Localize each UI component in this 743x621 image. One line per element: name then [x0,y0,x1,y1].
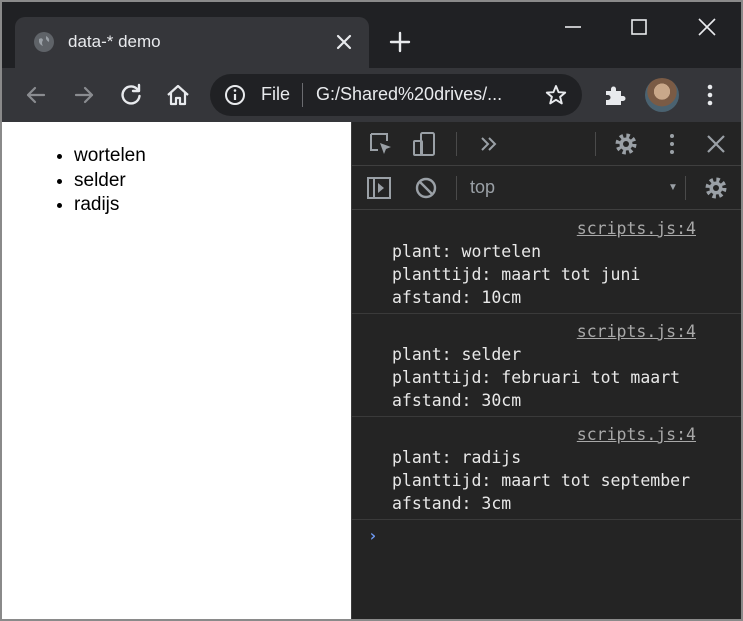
toolbar-separator [595,132,596,156]
star-icon[interactable] [544,83,568,107]
log-line: planttijd: maart tot september [392,471,691,490]
list-item: wortelen [74,144,146,169]
chevron-down-icon[interactable]: ▼ [668,182,678,193]
arrow-left-icon[interactable] [22,81,50,109]
log-line: plant: selder [392,345,522,364]
console-message: scripts.js:4 plant: wortelen planttijd: … [352,211,741,314]
devtools-toolbar [352,122,741,166]
log-line: plant: radijs [392,448,522,467]
console-message: scripts.js:4 plant: radijs planttijd: ma… [352,417,741,520]
log-line: planttijd: maart tot juni [392,265,641,284]
address-bar[interactable]: File G:/Shared%20drives/... [210,74,582,116]
reload-icon[interactable] [117,81,145,109]
avatar[interactable] [645,78,679,112]
toolbar-separator [456,176,457,200]
context-selector[interactable]: top [470,177,495,198]
list-item: radijs [74,193,146,218]
gear-icon[interactable] [613,131,639,157]
browser-window: data-* demo File G:/Shared%20drives/... … [0,0,743,621]
maximize-icon[interactable] [626,14,652,40]
browser-tab[interactable]: data-* demo [15,17,369,68]
omnibox-separator [302,83,303,107]
plant-list: wortelen selder radijs [74,144,146,218]
chevron-double-right-icon[interactable] [476,131,502,157]
list-item: selder [74,169,146,194]
window-close-icon[interactable] [694,14,720,40]
log-line: afstand: 10cm [392,288,522,307]
source-link[interactable]: scripts.js:4 [392,320,741,343]
arrow-right-icon[interactable] [70,81,98,109]
log-line: afstand: 3cm [392,494,512,513]
page-viewport: wortelen selder radijs [2,122,351,619]
info-icon[interactable] [224,84,246,106]
source-link[interactable]: scripts.js:4 [392,423,741,446]
home-icon[interactable] [164,81,192,109]
scheme-label: File [261,84,291,104]
kebab-icon[interactable] [696,81,724,109]
close-icon[interactable] [703,131,729,157]
kebab-icon[interactable] [659,131,685,157]
browser-toolbar: File G:/Shared%20drives/... [2,68,741,122]
console-message: scripts.js:4 plant: selder planttijd: fe… [352,314,741,417]
source-link[interactable]: scripts.js:4 [392,217,741,240]
inspect-element-icon[interactable] [368,131,394,157]
toolbar-separator [456,132,457,156]
clear-console-icon[interactable] [413,175,439,201]
toolbar-separator [685,176,686,200]
url-text[interactable]: G:/Shared%20drives/... [316,84,502,105]
globe-icon [34,32,54,52]
devtools-panel: top ▼ scripts.js:4 plant: wortelen plant… [351,122,741,619]
console-toolbar: top ▼ [352,166,741,210]
minimize-icon[interactable] [560,14,586,40]
device-toolbar-icon[interactable] [412,131,438,157]
console-prompt[interactable]: › [368,526,741,545]
sidebar-toggle-icon[interactable] [366,175,392,201]
log-line: plant: wortelen [392,242,542,261]
tab-title: data-* demo [68,32,161,51]
log-line: planttijd: februari tot maart [392,368,681,387]
title-bar: data-* demo [2,2,741,68]
console-output: scripts.js:4 plant: wortelen planttijd: … [352,211,741,545]
plus-icon[interactable] [388,30,412,54]
log-line: afstand: 30cm [392,391,522,410]
puzzle-icon[interactable] [601,81,629,109]
gear-icon[interactable] [703,175,729,201]
close-icon[interactable] [335,33,353,51]
